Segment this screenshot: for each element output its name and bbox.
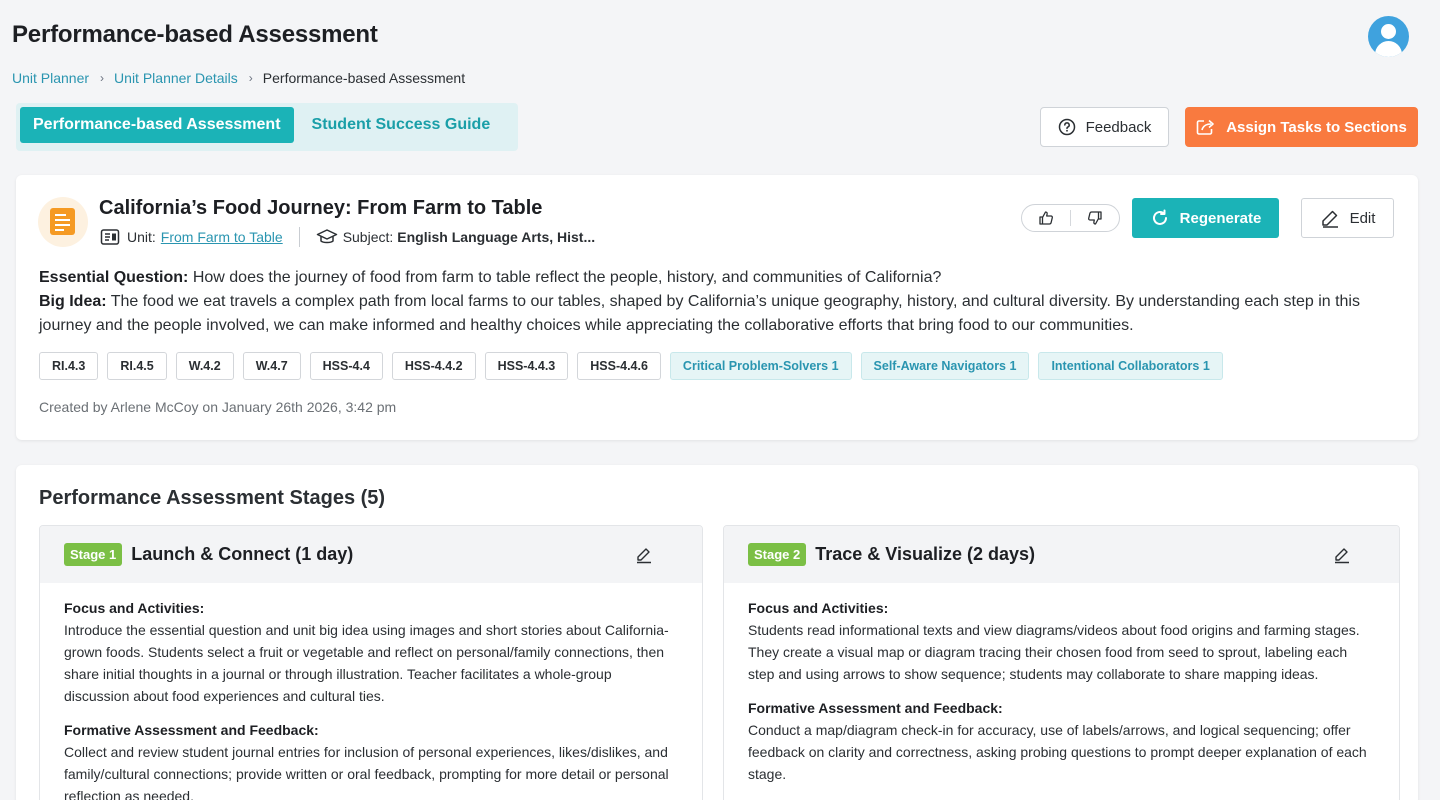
formative-label: Formative Assessment and Feedback: [64, 722, 319, 738]
created-by-text: Created by Arlene McCoy on January 26th … [39, 399, 397, 415]
assessment-meta: Unit: From Farm to Table Subject: Englis… [100, 227, 595, 247]
focus-label: Focus and Activities: [64, 600, 205, 616]
standard-tag: HSS-4.4.3 [484, 352, 569, 380]
stage-header: Stage 1 Launch & Connect (1 day) [40, 526, 702, 583]
competency-tag: Intentional Collaborators 1 [1038, 352, 1223, 380]
stage-title: Trace & Visualize (2 days) [815, 544, 1036, 564]
unit-link[interactable]: From Farm to Table [161, 229, 283, 245]
breadcrumb-current: Performance-based Assessment [262, 70, 466, 86]
edit-button[interactable]: Edit [1301, 198, 1394, 238]
stage-badge: Stage 1 [64, 543, 123, 566]
regenerate-label: Regenerate [1179, 209, 1262, 227]
stage-card: Stage 1 Launch & Connect (1 day) Focus a… [39, 525, 703, 800]
edit-label: Edit [1349, 209, 1376, 227]
standard-tag: W.4.2 [175, 352, 234, 380]
pencil-icon[interactable] [1333, 546, 1351, 569]
focus-text: Introduce the essential question and uni… [64, 622, 669, 704]
assign-label: Assign Tasks to Sections [1226, 118, 1407, 136]
essential-question-label: Essential Question: [39, 269, 189, 286]
essential-question-block: Essential Question: How does the journey… [39, 266, 1389, 338]
standard-tag: HSS-4.4.2 [391, 352, 476, 380]
assessment-title: California’s Food Journey: From Farm to … [99, 197, 543, 219]
user-avatar-icon[interactable] [1368, 16, 1409, 57]
thumbs-up-icon[interactable] [1022, 210, 1070, 226]
pencil-icon[interactable] [635, 546, 653, 569]
chevron-right-icon: › [248, 71, 253, 85]
formative-label: Formative Assessment and Feedback: [748, 700, 1003, 716]
document-icon [38, 197, 88, 247]
stages-card: Performance Assessment Stages (5) Stage … [16, 465, 1418, 800]
pencil-icon [1321, 210, 1338, 228]
assessment-card: California’s Food Journey: From Farm to … [16, 175, 1418, 440]
assign-tasks-button[interactable]: Assign Tasks to Sections [1185, 107, 1418, 147]
standard-tag: RI.4.3 [39, 352, 99, 380]
tab-bar: Performance-based Assessment Student Suc… [16, 103, 518, 151]
tab-performance-based-assessment[interactable]: Performance-based Assessment [20, 107, 294, 143]
tab-student-success-guide[interactable]: Student Success Guide [294, 107, 504, 143]
feedback-button[interactable]: Feedback [1040, 107, 1169, 147]
regenerate-button[interactable]: Regenerate [1132, 198, 1279, 238]
focus-text: Students read informational texts and vi… [748, 622, 1360, 682]
big-idea-label: Big Idea: [39, 293, 107, 310]
standards-tags: RI.4.3 RI.4.5 W.4.2 W.4.7 HSS-4.4 HSS-4.… [39, 352, 1232, 380]
breadcrumb-unit-planner-details[interactable]: Unit Planner Details [114, 70, 238, 86]
standard-tag: RI.4.5 [107, 352, 167, 380]
feedback-label: Feedback [1085, 118, 1152, 136]
subject-label: Subject: [342, 229, 394, 245]
stage-body: Focus and Activities: Students read info… [724, 583, 1399, 785]
stage-card: Stage 2 Trace & Visualize (2 days) Focus… [723, 525, 1400, 800]
unit-book-icon [100, 229, 120, 245]
focus-label: Focus and Activities: [748, 600, 889, 616]
competency-tag: Critical Problem-Solvers 1 [669, 352, 852, 380]
stage-header: Stage 2 Trace & Visualize (2 days) [724, 526, 1399, 583]
standard-tag: HSS-4.4 [309, 352, 383, 380]
stage-badge: Stage 2 [748, 543, 807, 566]
standard-tag: HSS-4.4.6 [577, 352, 661, 380]
breadcrumb-unit-planner[interactable]: Unit Planner [12, 70, 89, 86]
subject-value: English Language Arts, Hist... [397, 229, 596, 245]
refresh-icon [1152, 209, 1167, 225]
big-idea-text: The food we eat travels a complex path f… [39, 293, 1360, 334]
thumbs-down-icon[interactable] [1071, 210, 1119, 226]
top-header: Performance-based Assessment Unit Planne… [0, 0, 1440, 100]
stage-title: Launch & Connect (1 day) [131, 544, 354, 564]
standard-tag: W.4.7 [242, 352, 301, 380]
unit-label: Unit: [127, 229, 156, 245]
share-icon [1196, 119, 1214, 135]
competency-tag: Self-Aware Navigators 1 [860, 352, 1030, 380]
graduation-cap-icon [316, 229, 337, 244]
help-circle-icon [1058, 118, 1075, 136]
breadcrumb: Unit Planner › Unit Planner Details › Pe… [12, 70, 465, 86]
rating-group [1021, 204, 1120, 232]
chevron-right-icon: › [100, 71, 105, 85]
formative-text: Collect and review student journal entri… [64, 744, 669, 800]
page-title: Performance-based Assessment [12, 21, 378, 48]
stages-title: Performance Assessment Stages (5) [39, 487, 386, 509]
formative-text: Conduct a map/diagram check-in for accur… [748, 722, 1367, 782]
stage-body: Focus and Activities: Introduce the esse… [40, 583, 702, 800]
essential-question-text: How does the journey of food from farm t… [192, 269, 942, 286]
